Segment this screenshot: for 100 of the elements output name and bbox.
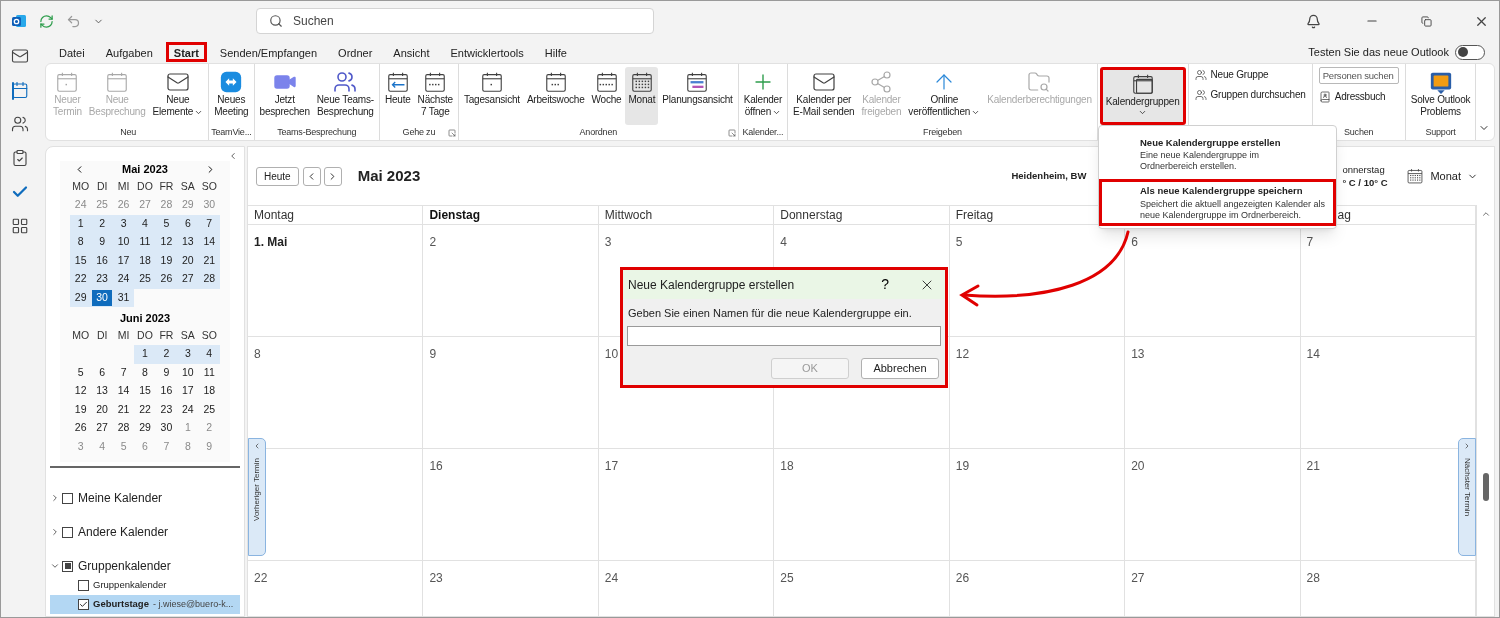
ribbon-button[interactable]: Arbeitswoche — [523, 67, 588, 125]
calendar-day[interactable]: 11 — [134, 233, 156, 252]
calendar-day[interactable]: 9 — [155, 363, 178, 382]
sync-icon[interactable] — [39, 13, 54, 29]
calendar-day[interactable]: 5 — [112, 437, 135, 456]
scroll-up-icon[interactable] — [1480, 209, 1491, 219]
calendar-day[interactable]: 7 — [112, 363, 135, 382]
calendar-day[interactable]: 7 — [198, 214, 220, 233]
calendar-day[interactable]: 9 — [198, 437, 220, 456]
checkbox[interactable] — [78, 580, 89, 591]
previous-appointment-tab[interactable]: Vorheriger Termin — [248, 438, 266, 556]
ribbon-tab[interactable]: Aufgaben — [97, 42, 161, 62]
ribbon-button[interactable]: Nächste 7 Tage — [414, 67, 456, 125]
ribbon-button[interactable]: Heute — [381, 67, 414, 125]
scroll-thumb[interactable] — [1482, 473, 1489, 501]
calendar-day[interactable]: 8 — [70, 233, 92, 252]
calendar-day[interactable]: 10 — [112, 233, 135, 252]
checkbox[interactable] — [62, 526, 73, 538]
calendar-day[interactable]: 27 — [91, 419, 113, 438]
dialog-launcher-icon[interactable] — [727, 128, 736, 137]
calendar-day[interactable]: 6 — [134, 437, 156, 456]
calendar-day[interactable]: 26 — [112, 196, 135, 215]
menu-item[interactable]: Als neue Kalendergruppe speichern Speichert die aktuell angezeigten Kalender als neue Kalendergruppe im Ordnerbereich. — [1099, 179, 1336, 226]
calendar-day[interactable]: 24 — [112, 270, 135, 289]
ribbon-tab[interactable]: Entwicklertools — [442, 42, 532, 62]
calendar-day[interactable]: 13 — [177, 233, 199, 252]
restore-icon[interactable] — [1421, 15, 1432, 27]
calendar-day[interactable]: 1 — [70, 214, 92, 233]
calendar-day[interactable]: 16 — [155, 382, 178, 401]
calendar-day[interactable]: 27 — [134, 196, 156, 215]
folder-group-label[interactable]: Meine Kalender — [78, 489, 163, 507]
calendar-day[interactable]: 5 — [70, 363, 92, 382]
calendar-day[interactable]: 8 — [134, 363, 156, 382]
ribbon-button[interactable]: Monat — [625, 67, 659, 125]
undo-icon[interactable] — [66, 13, 81, 29]
checkbox[interactable] — [62, 492, 73, 504]
ribbon-button[interactable]: Woche — [588, 67, 625, 125]
folder-group-label[interactable]: Andere Kalender — [78, 523, 169, 541]
view-dropdown[interactable]: Monat — [1406, 167, 1478, 185]
ribbon-button[interactable]: Planungsansicht — [659, 67, 736, 125]
ribbon-button[interactable]: Jetzt besprechen — [256, 67, 313, 125]
ribbon-button[interactable]: Tagesansicht — [460, 67, 523, 125]
calendar-day[interactable]: 27 — [177, 270, 199, 289]
calendar-day[interactable]: 25 — [198, 400, 220, 419]
calendar-list-item[interactable]: Geburtstage - j.wiese@buero-k... — [50, 595, 240, 614]
toggle-switch[interactable] — [1455, 44, 1485, 60]
ribbon-button[interactable]: Gruppen durchsuchen — [1194, 87, 1306, 102]
ribbon-tab[interactable]: Ordner — [330, 42, 381, 62]
today-button[interactable]: Heute — [256, 166, 299, 186]
calendar-day[interactable]: 28 — [198, 270, 220, 289]
calendar-day[interactable]: 14 — [198, 233, 220, 252]
calendar-day[interactable]: 25 — [91, 196, 113, 215]
calendar-day[interactable]: 24 — [177, 400, 199, 419]
ribbon-button[interactable]: Solve Outlook Problems — [1407, 67, 1474, 125]
calendar-day[interactable]: 10 — [177, 363, 199, 382]
calendar-day[interactable]: 11 — [198, 363, 220, 382]
ribbon-button[interactable]: Kalender öffnen — [740, 67, 786, 125]
calendar-day[interactable]: 12 — [70, 382, 92, 401]
calendar-day[interactable]: 3 — [177, 345, 199, 364]
calendar-day[interactable]: 9 — [91, 233, 113, 252]
mail-icon[interactable] — [11, 47, 29, 65]
ribbon-tab[interactable]: Start — [165, 42, 207, 62]
calendar-day[interactable]: 2 — [91, 214, 113, 233]
group-name-field[interactable] — [627, 325, 941, 346]
ribbon-button[interactable]: Neue Gruppe — [1194, 67, 1269, 82]
calendar-day[interactable]: 22 — [70, 270, 92, 289]
ribbon-tab[interactable]: Ansicht — [385, 42, 438, 62]
app-logo-icon[interactable] — [11, 13, 27, 29]
calendar-day[interactable]: 4 — [198, 345, 220, 364]
calendar-day[interactable]: 6 — [91, 363, 113, 382]
checkbox[interactable] — [62, 560, 73, 572]
calendar-day[interactable]: 4 — [134, 214, 156, 233]
collapse-pane-icon[interactable] — [228, 151, 238, 161]
calendar-day[interactable]: 23 — [91, 270, 113, 289]
folder-group-label[interactable]: Gruppenkalender — [78, 557, 171, 575]
calendar-day[interactable]: 20 — [91, 400, 113, 419]
calendar-day[interactable]: 25 — [134, 270, 156, 289]
calendar-day[interactable]: 28 — [112, 419, 135, 438]
ribbon-button[interactable]: Neue Elemente — [149, 67, 207, 125]
calendar-day[interactable]: 14 — [112, 382, 135, 401]
calendar-day[interactable]: 1 — [177, 419, 199, 438]
ribbon-button[interactable]: Kalender per E-Mail senden — [790, 67, 858, 125]
calendar-day[interactable]: 1 — [134, 345, 156, 364]
help-button[interactable]: ? — [881, 274, 889, 295]
calendar-day[interactable]: 26 — [70, 419, 92, 438]
calendar-day[interactable]: 4 — [91, 437, 113, 456]
apps-grid-icon[interactable] — [11, 217, 29, 235]
ribbon-button[interactable]: Adressbuch — [1318, 89, 1386, 104]
calendar-day[interactable]: 13 — [91, 382, 113, 401]
people-search-field[interactable]: Personen suchen — [1318, 67, 1399, 84]
calendar-icon[interactable] — [11, 81, 29, 99]
calendar-day[interactable]: 2 — [198, 419, 220, 438]
calendar-day[interactable]: 5 — [155, 214, 178, 233]
calendar-day[interactable]: 23 — [155, 400, 178, 419]
ribbon-tab[interactable]: Datei — [51, 42, 93, 62]
calendar-day[interactable]: 24 — [70, 196, 92, 215]
calendar-day[interactable]: 6 — [177, 214, 199, 233]
checkbox[interactable] — [78, 599, 89, 610]
calendar-day[interactable]: 17 — [177, 382, 199, 401]
ribbon-button[interactable]: Kalendergruppen — [1099, 67, 1186, 125]
